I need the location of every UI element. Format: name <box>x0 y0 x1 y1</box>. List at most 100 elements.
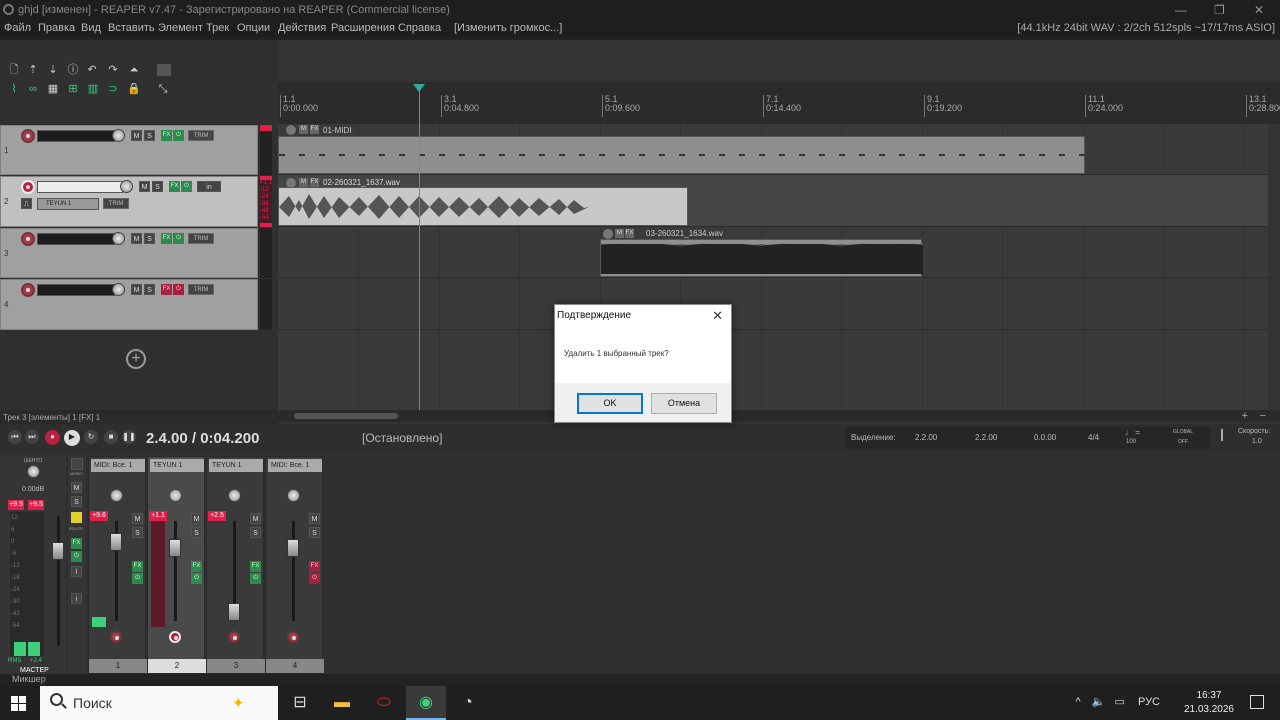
solo-button[interactable]: S <box>191 527 202 538</box>
go-to-end-icon[interactable]: ⏭ <box>25 430 39 444</box>
ripple-edit-icon[interactable]: ∞ <box>27 83 39 95</box>
master-fader[interactable] <box>52 542 64 560</box>
tempo-value[interactable]: 100 <box>1126 439 1136 445</box>
pause-button[interactable]: ❚❚ <box>122 430 136 444</box>
selection-start[interactable]: 2.2.00 <box>915 433 937 442</box>
restore-icon[interactable]: ❐ <box>1214 3 1225 17</box>
master-fx-bypass-icon[interactable]: ⏻ <box>71 551 82 562</box>
record-arm-button[interactable] <box>287 631 299 643</box>
time-position[interactable]: 2.4.00 / 0:04.200 <box>146 430 259 447</box>
envelope-icon[interactable]: ⊞ <box>67 83 79 95</box>
volume-fader[interactable] <box>169 539 181 557</box>
menu-actions[interactable]: Действия <box>278 22 326 34</box>
fx-button[interactable]: FX <box>309 561 320 572</box>
undo-icon[interactable]: ↶ <box>86 64 98 76</box>
menu-file[interactable]: Файл <box>4 22 31 34</box>
timeline-ruler[interactable]: 1.1 0:00.000 3.1 0:04.800 5.1 0:09.600 7.1 0… <box>278 82 1280 124</box>
save-project-icon[interactable]: ⇣ <box>47 64 59 76</box>
go-to-start-icon[interactable]: ⏮ <box>8 430 22 444</box>
fx-bypass-icon[interactable]: ⏻ <box>173 130 184 141</box>
zoom-out-icon[interactable]: − <box>1260 410 1266 422</box>
last-action-hint[interactable]: [Изменить громкос...] <box>454 22 562 34</box>
close-icon[interactable]: ✕ <box>712 308 723 324</box>
horizontal-scrollbar[interactable]: + − <box>278 410 1280 422</box>
audio-item[interactable] <box>278 187 689 226</box>
fx-button[interactable]: FX <box>161 233 172 244</box>
selection-end[interactable]: 2.2.00 <box>975 433 997 442</box>
arrange-view[interactable]: M FX 01-MIDI M FX 02-260321_1637.wav M F… <box>278 124 1268 410</box>
item-mute-icon[interactable]: M <box>299 178 308 187</box>
master-mono-button[interactable] <box>71 458 83 470</box>
strip-input-name[interactable]: TEYUN 1 <box>209 459 263 472</box>
strip-input-name[interactable]: TEYUN 1 <box>150 459 204 472</box>
volume-fader[interactable] <box>110 533 122 551</box>
mute-button[interactable]: M <box>131 233 142 244</box>
cancel-button[interactable]: Отмена <box>651 393 717 414</box>
scroll-thumb[interactable] <box>294 413 398 419</box>
windows-start-icon[interactable] <box>11 696 27 712</box>
playrate-slider[interactable] <box>1221 429 1223 441</box>
trim-envelope-button[interactable]: TRIM <box>188 284 214 295</box>
mixer-strip[interactable]: TEYUN 1 +1.1 M S FX ⏻ 2 <box>147 456 206 674</box>
task-view-icon[interactable]: ⊟ <box>280 686 320 720</box>
mixer-tab[interactable]: Микшер <box>0 674 1280 686</box>
selection-length[interactable]: 0.0.00 <box>1034 433 1056 442</box>
fx-bypass-icon[interactable]: ⏻ <box>191 573 202 584</box>
solo-button[interactable]: S <box>144 233 155 244</box>
item-mute-icon[interactable]: M <box>299 125 308 134</box>
open-project-icon[interactable]: ⇡ <box>27 64 39 76</box>
fx-bypass-icon[interactable]: ⏻ <box>309 573 320 584</box>
track-row[interactable]: 1 M S FX ⏻ TRIM <box>0 125 258 175</box>
global-automation-label[interactable]: GLOBAL <box>1173 429 1193 435</box>
master-route-icon[interactable] <box>71 512 82 523</box>
reaper-taskbar-icon[interactable]: ◔ <box>448 686 488 720</box>
track-name-field[interactable] <box>37 233 115 245</box>
volume-knob[interactable] <box>112 283 125 296</box>
chrome-browser-icon[interactable]: ◉ <box>406 686 446 720</box>
mixer-strip[interactable]: MIDI: Всe. 1 +9.6 M S FX ⏻ 1 <box>88 456 147 674</box>
volume-fader[interactable] <box>287 539 299 557</box>
audio-device-info[interactable]: [44.1kHz 24bit WAV : 2/2ch 512spls ~17/1… <box>1017 22 1275 34</box>
record-button[interactable]: ● <box>45 430 60 445</box>
stop-button[interactable]: ■ <box>104 430 118 444</box>
grid-snap-icon[interactable]: ⌇ <box>8 83 20 95</box>
input-name-field[interactable]: TEYUN 1 <box>37 198 99 210</box>
master-solo-button[interactable]: S <box>71 496 82 507</box>
solo-button[interactable]: S <box>144 284 155 295</box>
trim-envelope-button[interactable]: TRIM <box>103 198 129 209</box>
menu-view[interactable]: Вид <box>81 22 101 34</box>
volume-knob[interactable] <box>112 232 125 245</box>
record-arm-button[interactable] <box>21 283 35 297</box>
fx-button[interactable]: FX <box>191 561 202 572</box>
volume-knob[interactable] <box>112 129 125 142</box>
midi-item[interactable] <box>278 136 1086 174</box>
new-project-icon[interactable]: 🗋 <box>8 64 20 76</box>
volume-knob[interactable] <box>120 180 133 193</box>
record-arm-button[interactable] <box>21 232 35 246</box>
time-signature[interactable]: 4/4 <box>1088 433 1099 442</box>
loop-toggle-icon[interactable]: ↻ <box>84 430 98 444</box>
item-mute-icon[interactable]: M <box>615 229 624 238</box>
track-row[interactable]: 3 M S FX ⏻ TRIM <box>0 228 258 278</box>
notifications-icon[interactable] <box>1250 695 1264 709</box>
taskbar-search[interactable]: Поиск ✦ <box>40 686 278 720</box>
fx-bypass-icon[interactable]: ⏻ <box>132 573 143 584</box>
master-pan-knob[interactable] <box>27 465 40 478</box>
menu-insert[interactable]: Вставить <box>108 22 155 34</box>
item-pan-icon[interactable] <box>286 125 296 135</box>
solo-button[interactable]: S <box>132 527 143 538</box>
fx-button[interactable]: FX <box>132 561 143 572</box>
solo-button[interactable]: S <box>144 130 155 141</box>
file-explorer-icon[interactable]: ▬ <box>322 686 362 720</box>
master-info-icon[interactable]: i <box>71 593 82 604</box>
item-fx-icon[interactable]: FX <box>310 125 319 134</box>
grid-icon[interactable]: ▦ <box>47 83 59 95</box>
mute-button[interactable]: M <box>131 284 142 295</box>
track-row[interactable]: 4 M S FX ⏻ TRIM <box>0 279 258 330</box>
pan-knob[interactable] <box>110 489 123 502</box>
fx-button[interactable]: FX <box>161 284 172 295</box>
mixer-strip[interactable]: TEYUN 1 +2.5 M S FX ⏻ 3 <box>206 456 265 674</box>
zoom-in-icon[interactable]: + <box>1242 410 1248 422</box>
network-icon[interactable]: ▭ <box>1115 696 1125 708</box>
mute-button[interactable]: M <box>309 513 320 524</box>
